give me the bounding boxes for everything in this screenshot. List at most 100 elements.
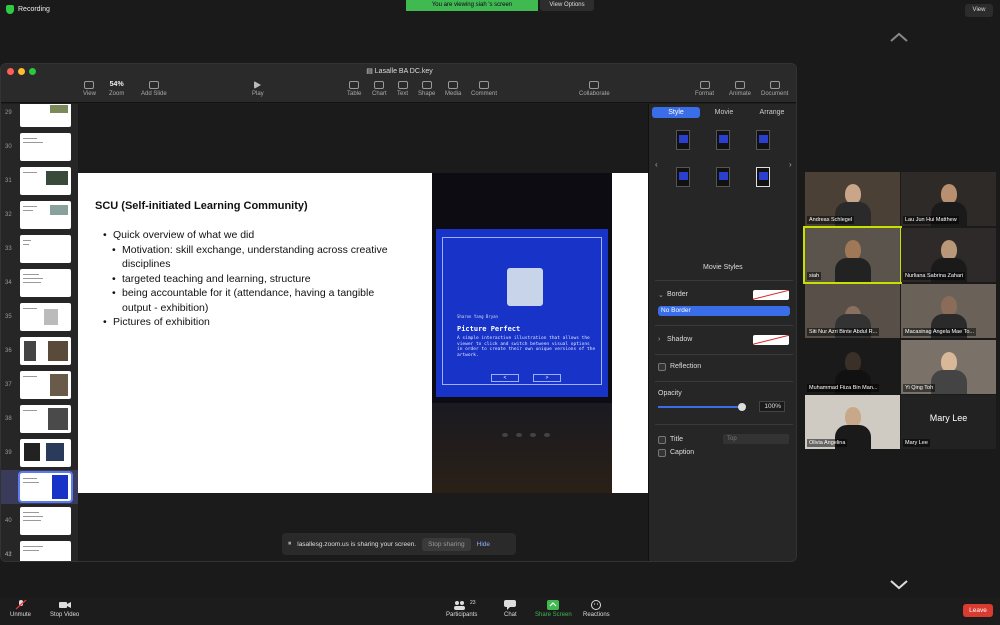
comment-tool[interactable]: Comment [471, 81, 497, 97]
chevron-down-icon[interactable] [888, 578, 910, 592]
zoom-tool[interactable]: 54% Zoom [109, 81, 124, 97]
slide-number: 34 [5, 280, 12, 286]
slide-thumbnail[interactable]: 32 [1, 198, 78, 232]
slide-thumbnail[interactable]: 35 [1, 300, 78, 334]
recording-indicator: Recording [6, 5, 50, 14]
title-position-select[interactable]: Top [723, 434, 789, 444]
slide-thumbnail[interactable]: 36 [1, 334, 78, 368]
border-style-select[interactable]: No Border [658, 306, 790, 316]
slide-thumbnail[interactable]: 41 [1, 538, 78, 561]
participant-tile[interactable]: Nurliana Sabrina Zahari [901, 228, 996, 282]
participant-tile-active[interactable]: siah [803, 226, 902, 284]
slide-title[interactable]: SCU (Self-initiated Learning Community) [95, 200, 308, 212]
reflection-checkbox[interactable] [658, 363, 666, 371]
chat-button[interactable]: Chat [504, 600, 517, 618]
participant-display-name: Mary Lee [929, 413, 968, 423]
add-slide-tool[interactable]: Add Slide [141, 81, 167, 97]
tab-arrange[interactable]: Arrange [748, 107, 796, 118]
slide-bullet-list[interactable]: Quick overview of what we did Motivation… [103, 228, 403, 330]
movie-style-option[interactable] [716, 167, 730, 187]
slide-thumb-image [20, 507, 71, 535]
chevron-right-icon[interactable]: › [789, 160, 792, 169]
slide-thumbnail[interactable]: 38 [1, 402, 78, 436]
slide-thumbnail[interactable]: 33 [1, 232, 78, 266]
disclosure-closed-icon[interactable]: › [658, 336, 660, 343]
slide-thumbnail[interactable]: 29 [1, 104, 78, 130]
slide-thumbnail[interactable]: 40 [1, 504, 78, 538]
opacity-slider[interactable] [658, 403, 746, 411]
slide-number: 35 [5, 314, 12, 320]
share-screen-button[interactable]: Share Screen [535, 600, 572, 618]
slide-thumbnail[interactable]: 37 [1, 368, 78, 402]
hide-button[interactable]: Hide [477, 541, 490, 548]
view-tool[interactable]: View [83, 81, 96, 97]
movie-style-option-selected[interactable] [756, 167, 770, 187]
share-screen-icon [547, 600, 560, 610]
opacity-field[interactable]: 100% [759, 401, 785, 412]
close-window-button[interactable] [7, 68, 14, 75]
media-tool[interactable]: Media [445, 81, 461, 97]
comment-label: Comment [471, 91, 498, 97]
opacity-slider-knob[interactable] [738, 403, 746, 411]
slide-thumb-image [20, 167, 71, 195]
minimize-window-button[interactable] [18, 68, 25, 75]
reactions-button[interactable]: Reactions [583, 600, 610, 618]
view-button[interactable]: View [965, 4, 993, 17]
participants-count: 23 [470, 600, 476, 606]
zoom-top-bar: Recording You are viewing siah 's screen… [0, 0, 1000, 20]
title-checkbox[interactable] [658, 436, 666, 444]
tab-movie[interactable]: Movie [700, 107, 748, 118]
participant-tile[interactable]: Yi Qing Toh [901, 340, 996, 394]
participant-tile[interactable]: Siti Nur Azri Binte Abdul R... [805, 284, 900, 338]
slide-thumb-image [20, 104, 71, 127]
chart-tool[interactable]: Chart [372, 81, 387, 97]
participant-tile[interactable]: Macasinag Angela Mae To... [901, 284, 996, 338]
collaborate-tool[interactable]: Collaborate [579, 81, 610, 97]
shape-tool[interactable]: Shape [418, 81, 435, 97]
slide-thumbnail[interactable]: 31 [1, 164, 78, 198]
participant-tile[interactable]: Mary Lee Mary Lee [901, 395, 996, 449]
movie-style-option[interactable] [676, 130, 690, 150]
stop-sharing-button[interactable]: Stop sharing [422, 537, 471, 551]
media-label: Media [445, 91, 462, 97]
participant-tile[interactable]: Andreas Schlegel [805, 172, 900, 226]
current-slide[interactable]: SCU (Self-initiated Learning Community) … [78, 173, 648, 493]
animate-tool[interactable]: Animate [729, 81, 751, 97]
play-tool[interactable]: Play [252, 81, 264, 97]
stop-video-button[interactable]: Stop Video [50, 600, 79, 618]
unmute-button[interactable]: Unmute [10, 600, 31, 618]
caption-checkbox[interactable] [658, 449, 666, 457]
chevron-up-icon[interactable] [888, 30, 910, 44]
document-tool[interactable]: Document [761, 81, 788, 97]
disclosure-open-icon[interactable]: ⌄ [658, 291, 664, 299]
maximize-window-button[interactable] [29, 68, 36, 75]
border-color-swatch[interactable] [753, 290, 789, 300]
slide-thumbnail[interactable]: 39 [1, 436, 78, 470]
movie-style-option[interactable] [716, 130, 730, 150]
movie-style-option[interactable] [676, 167, 690, 187]
chevron-left-icon[interactable]: ‹ [655, 160, 658, 169]
table-tool[interactable]: Table [347, 81, 361, 97]
shadow-color-swatch[interactable] [753, 335, 789, 345]
exhibition-photo[interactable]: Sharon Yang Bryan Picture Perfect A simp… [432, 173, 612, 493]
format-label: Format [695, 91, 715, 97]
chart-label: Chart [372, 91, 387, 97]
media-icon [448, 81, 459, 89]
slide-thumbnail-selected[interactable]: 39 [1, 470, 78, 504]
pause-icon[interactable]: ⏸ [288, 540, 291, 548]
participant-tile[interactable]: Lau Jun Hui Matthew [901, 172, 996, 226]
view-options-button[interactable]: View Options [540, 0, 594, 11]
slide-canvas[interactable]: SCU (Self-initiated Learning Community) … [78, 104, 648, 561]
slide-thumbnail[interactable]: 30 [1, 130, 78, 164]
participant-tile[interactable]: Muhammad Fiiza Bin Man... [805, 340, 900, 394]
video-camera-icon [58, 602, 71, 608]
microphone-muted-icon [15, 600, 26, 610]
participant-tile[interactable]: Olivia Angelina [805, 395, 900, 449]
tab-style[interactable]: Style [652, 107, 700, 118]
leave-button[interactable]: Leave [963, 604, 993, 617]
slide-thumbnail[interactable]: 34 [1, 266, 78, 300]
format-tool[interactable]: Format [695, 81, 714, 97]
slide-thumb-image [20, 201, 71, 229]
movie-style-option[interactable] [756, 130, 770, 150]
text-tool[interactable]: Text [397, 81, 408, 97]
